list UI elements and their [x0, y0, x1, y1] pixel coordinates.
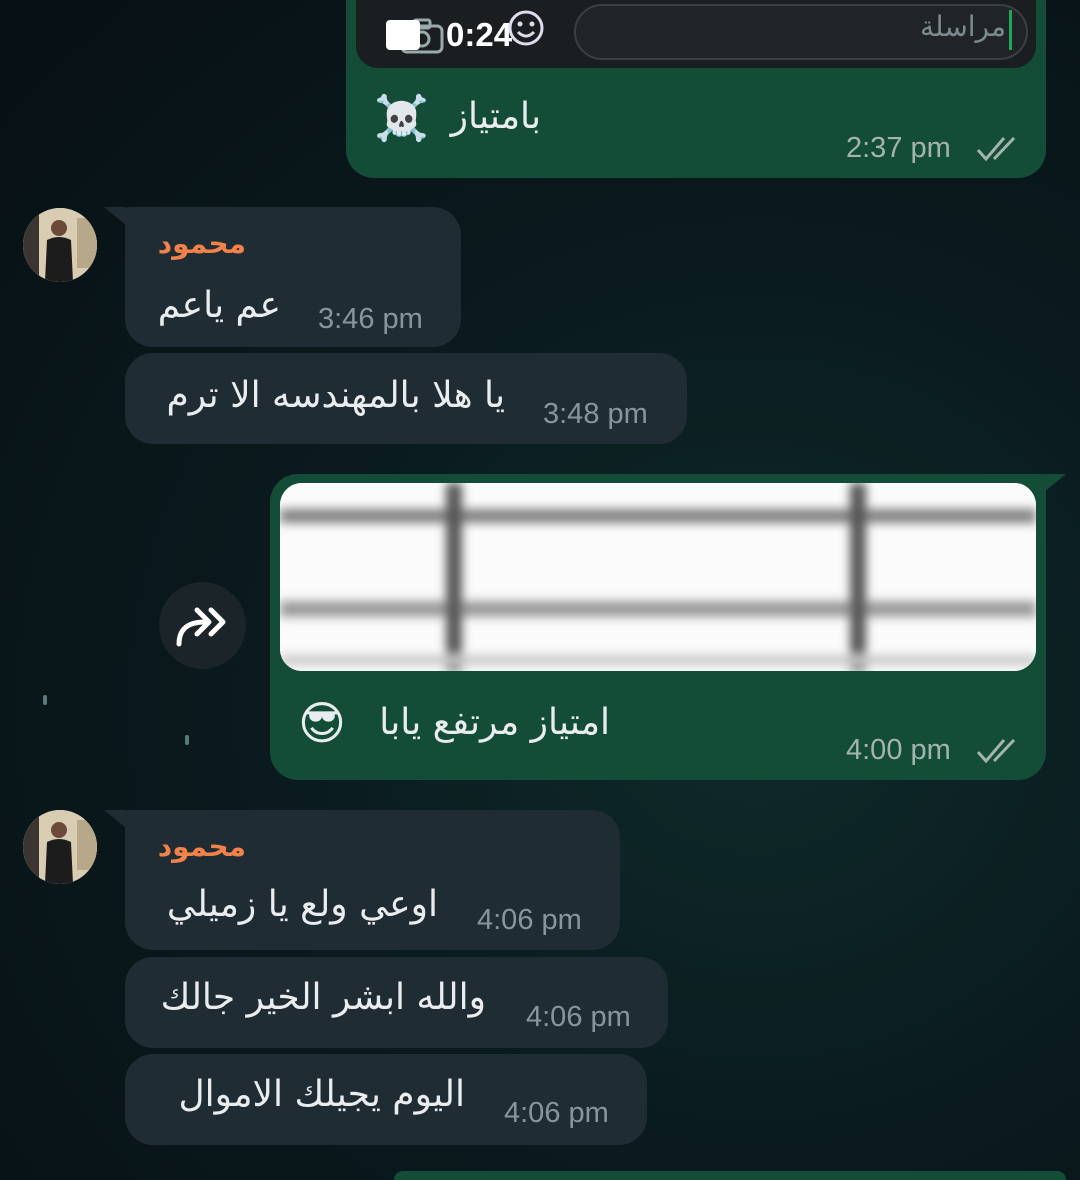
message-text: اوعي ولع يا زميلي	[166, 884, 438, 925]
outgoing-message-bubble[interactable]	[394, 1171, 1066, 1180]
message-time: 4:06 pm	[504, 1097, 609, 1129]
input-placeholder: مراسلة	[920, 10, 1006, 43]
message-time: 4:00 pm	[846, 734, 951, 766]
double-check-icon	[976, 736, 1022, 770]
incoming-message-bubble[interactable]: اليوم يجيلك الاموال 4:06 pm	[125, 1054, 647, 1145]
emoji-icon	[506, 8, 546, 52]
message-input: مراسلة	[574, 4, 1028, 60]
message-time: 4:06 pm	[477, 904, 582, 936]
recording-duration: 0:24	[446, 16, 513, 53]
embedded-screenshot: 0:24 مراسلة	[356, 0, 1036, 68]
message-image[interactable]	[280, 483, 1036, 671]
avatar[interactable]	[23, 810, 97, 884]
forward-button[interactable]	[159, 582, 246, 669]
incoming-message-bubble[interactable]: يا هلا بالمهندسه الا ترم 3:48 pm	[125, 353, 687, 444]
message-text: اليوم يجيلك الاموال	[178, 1074, 465, 1115]
text-cursor	[1009, 10, 1012, 50]
forward-icon	[175, 604, 231, 652]
avatar[interactable]	[23, 208, 97, 282]
message-text: والله ابشر الخير جالك	[160, 977, 486, 1018]
sender-name: محمود	[157, 227, 246, 260]
message-time: 3:48 pm	[543, 398, 648, 430]
outgoing-message-bubble[interactable]: 0:24 مراسلة بامتياز ☠️ 2:37 pm	[346, 0, 1046, 178]
incoming-message-bubble[interactable]: محمود عم ياعم 3:46 pm	[125, 207, 461, 347]
message-text: امتياز مرتفع يابا	[379, 702, 610, 743]
sender-name: محمود	[157, 830, 246, 863]
message-text: بامتياز	[450, 96, 541, 137]
message-text: عم ياعم	[157, 285, 281, 326]
message-time: 2:37 pm	[846, 132, 951, 164]
bubble-tail	[104, 207, 126, 225]
message-time: 3:46 pm	[318, 303, 423, 335]
bubble-tail	[104, 810, 126, 828]
skull-crossbones-emoji: ☠️	[374, 93, 429, 144]
message-text: يا هلا بالمهندسه الا ترم	[166, 375, 505, 416]
sunglasses-emoji: 😎	[298, 696, 346, 750]
background-dot	[43, 695, 47, 705]
outgoing-message-bubble[interactable]: امتياز مرتفع يابا 😎 4:00 pm	[270, 474, 1046, 780]
bubble-tail	[1044, 474, 1066, 492]
incoming-message-bubble[interactable]: والله ابشر الخير جالك 4:06 pm	[125, 957, 668, 1048]
message-time: 4:06 pm	[526, 1001, 631, 1033]
double-check-icon	[976, 134, 1022, 168]
incoming-message-bubble[interactable]: محمود اوعي ولع يا زميلي 4:06 pm	[125, 810, 620, 950]
video-icon	[386, 20, 420, 50]
background-dot	[185, 735, 189, 745]
